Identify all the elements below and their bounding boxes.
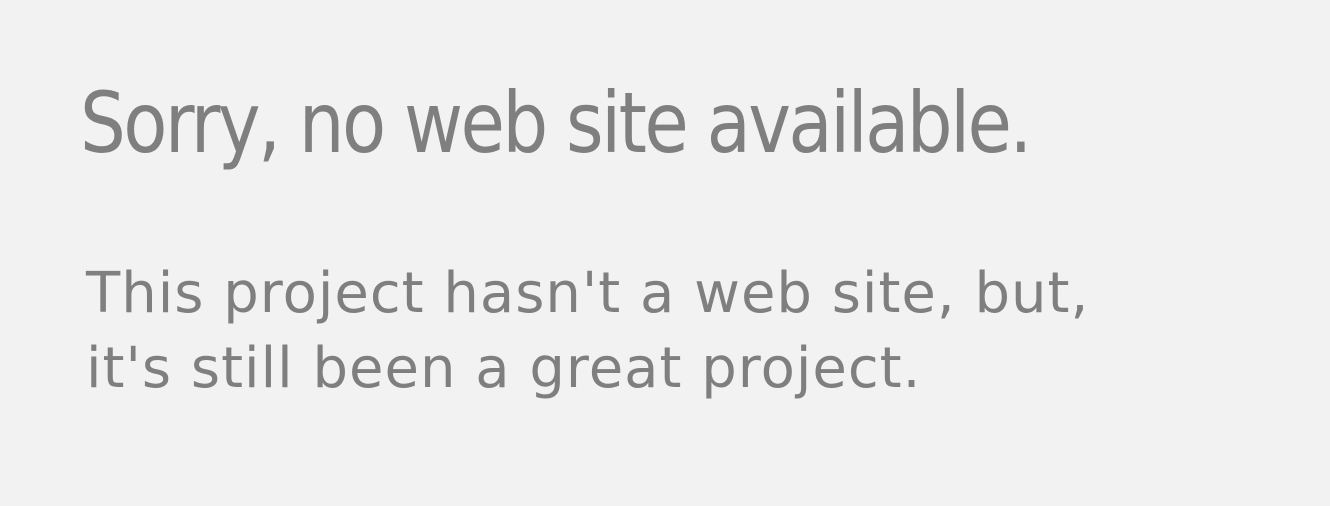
message-line-2: it's still been a great project. (86, 336, 922, 401)
message-text: This project hasn't a web site, but, it'… (86, 256, 1286, 406)
page: Sorry, no web site available. This proje… (0, 0, 1330, 506)
page-title: Sorry, no web site available. (80, 74, 1032, 172)
message-line-1: This project hasn't a web site, but, (86, 261, 1090, 326)
